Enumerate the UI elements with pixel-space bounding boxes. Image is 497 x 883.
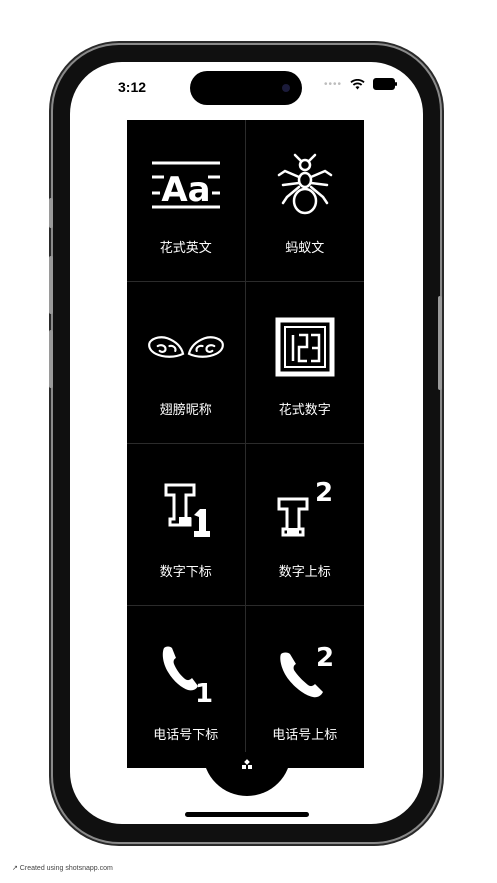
tool-number-superscript[interactable]: 2 数字上标 — [245, 444, 364, 606]
tool-ant-text[interactable]: 蚂蚁文 — [245, 120, 364, 282]
phone-subscript-1-icon: 1 — [146, 632, 226, 712]
phone-screen: 3:12 •••• Aa 花式英文 蚂蚁文 翅膀昵称 花式数字 数字下标 2 数… — [70, 62, 423, 824]
tool-label: 数字下标 — [159, 564, 212, 579]
tool-label: 电话号上标 — [272, 726, 338, 742]
tool-label: 电话号下标 — [153, 726, 219, 742]
tool-fancy-english[interactable]: Aa 花式英文 — [127, 120, 246, 282]
volume-up-button — [49, 256, 53, 314]
svg-text:2: 2 — [315, 479, 333, 508]
power-button — [438, 296, 442, 390]
volume-down-button — [49, 330, 53, 388]
tool-label: 翅膀昵称 — [159, 402, 212, 417]
wifi-icon — [350, 78, 365, 89]
apps-icon — [242, 759, 252, 769]
svg-text:1: 1 — [195, 679, 213, 704]
boxed-123-icon — [265, 307, 345, 387]
dynamic-island — [190, 71, 302, 105]
tool-number-subscript[interactable]: 数字下标 — [127, 444, 246, 606]
tool-wing-nickname[interactable]: 翅膀昵称 — [127, 282, 246, 444]
tools-grid: Aa 花式英文 蚂蚁文 翅膀昵称 花式数字 数字下标 2 数字上标 1 电话号下… — [127, 120, 364, 768]
action-button — [49, 198, 53, 228]
status-icons: •••• — [323, 78, 397, 90]
tool-fancy-numbers[interactable]: 花式数字 — [245, 282, 364, 444]
phone-superscript-2-icon: 2 — [265, 632, 345, 712]
fancy-letters-icon: Aa — [146, 145, 226, 225]
battery-icon — [373, 78, 397, 90]
wings-icon — [146, 307, 226, 387]
status-time: 3:12 — [118, 79, 147, 95]
bottom-tab-button[interactable] — [203, 752, 291, 796]
superscript-t2-icon: 2 — [265, 469, 345, 549]
signal-icon: •••• — [323, 78, 342, 90]
tool-label: 数字上标 — [278, 564, 331, 579]
ant-icon — [265, 145, 345, 225]
credit-text: ↗ Created using shotsnapp.com — [12, 865, 113, 872]
camera-icon — [282, 84, 290, 92]
tool-label: 花式数字 — [278, 402, 331, 417]
tool-phone-subscript[interactable]: 1 电话号下标 — [127, 606, 246, 768]
tool-label: 花式英文 — [159, 240, 212, 255]
tool-phone-superscript[interactable]: 2 电话号上标 — [246, 606, 365, 768]
subscript-t1-icon — [146, 469, 226, 549]
home-indicator[interactable] — [185, 812, 309, 817]
svg-text:2: 2 — [316, 643, 334, 673]
tool-label: 蚂蚁文 — [285, 240, 325, 255]
svg-text:Aa: Aa — [161, 170, 210, 210]
